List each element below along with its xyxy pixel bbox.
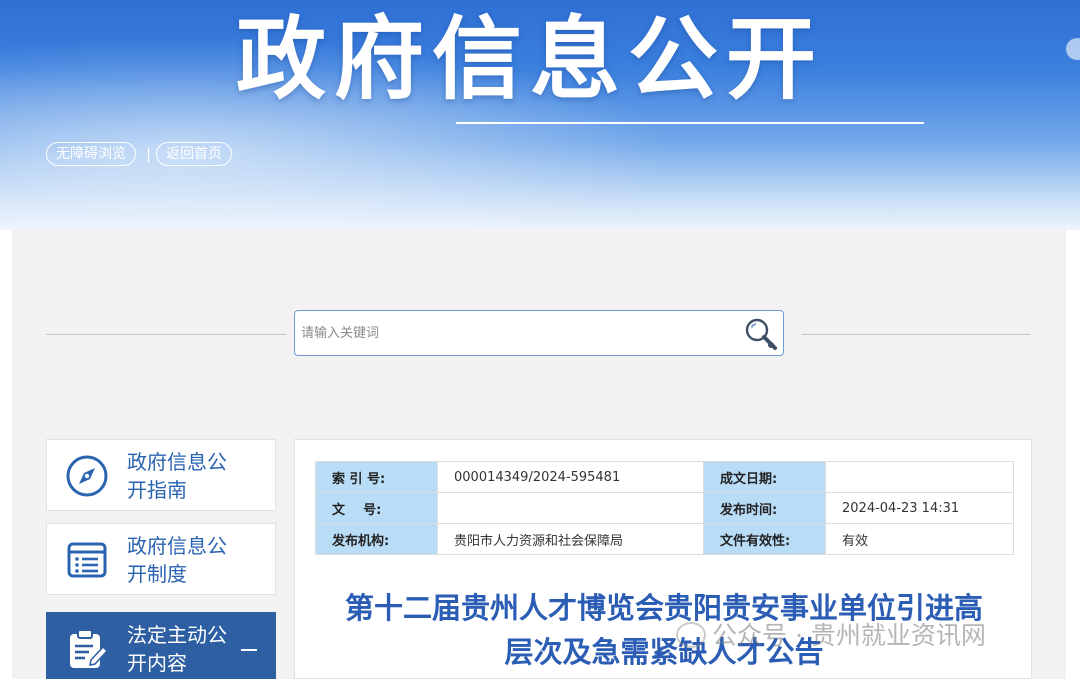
meta-key: 文件有效性: — [703, 523, 826, 555]
accessible-browse-link[interactable]: 无障碍浏览 — [46, 142, 136, 166]
search-box — [294, 310, 784, 356]
sidebar-item-disclosure-system[interactable]: 政府信息公开制度 — [46, 523, 276, 595]
link-separator: | — [146, 145, 152, 163]
meta-value: 000014349/2024-595481 — [437, 461, 704, 493]
clipboard-edit-icon — [70, 629, 109, 668]
search-divider-left — [46, 334, 286, 335]
sidebar-item-label: 法定主动公开内容 — [127, 623, 227, 675]
meta-value: 贵阳市人力资源和社会保障局 — [437, 523, 704, 555]
table-row: 发布机构: 贵阳市人力资源和社会保障局 文件有效性: 有效 — [315, 523, 1014, 555]
back-to-home-link[interactable]: 返回首页 — [156, 142, 232, 166]
search-input[interactable] — [301, 321, 731, 345]
header-banner: 政府信息公开 无障碍浏览 | 返回首页 — [0, 0, 1080, 230]
sidebar-item-label: 政府信息公开指南 — [127, 450, 227, 502]
table-row: 索 引 号: 000014349/2024-595481 成文日期: — [315, 461, 1014, 493]
search-icon[interactable] — [741, 315, 781, 353]
minus-icon[interactable] — [241, 649, 257, 651]
meta-value — [437, 492, 704, 524]
article-meta-table: 索 引 号: 000014349/2024-595481 成文日期: 文 号: … — [315, 461, 1014, 555]
meta-value: 有效 — [825, 523, 1014, 555]
meta-value: 2024-04-23 14:31 — [825, 492, 1014, 524]
banner-title: 政府信息公开 — [236, 7, 824, 112]
meta-key: 成文日期: — [703, 461, 826, 493]
banner-divider — [456, 122, 924, 124]
sidebar-item-statutory-content[interactable]: 法定主动公开内容 — [46, 612, 276, 679]
search-divider-right — [802, 334, 1030, 335]
content-panel: 政府信息公开指南 政府信息公开制度 法定主动公开内容 — [12, 230, 1066, 679]
table-row: 文 号: 发布时间: 2024-04-23 14:31 — [315, 492, 1014, 524]
sidebar-item-label: 政府信息公开制度 — [127, 534, 227, 586]
sidebar-item-disclosure-guide[interactable]: 政府信息公开指南 — [46, 439, 276, 511]
watermark: 公众号 · 贵州就业资讯网 — [666, 618, 986, 654]
compass-icon — [66, 455, 108, 497]
meta-key: 发布机构: — [315, 523, 438, 555]
watermark-text: 公众号 · 贵州就业资讯网 — [712, 621, 986, 650]
meta-key: 发布时间: — [703, 492, 826, 524]
meta-key: 文 号: — [315, 492, 438, 524]
meta-value — [825, 461, 1014, 493]
meta-key: 索 引 号: — [315, 461, 438, 493]
list-document-icon — [67, 542, 107, 578]
